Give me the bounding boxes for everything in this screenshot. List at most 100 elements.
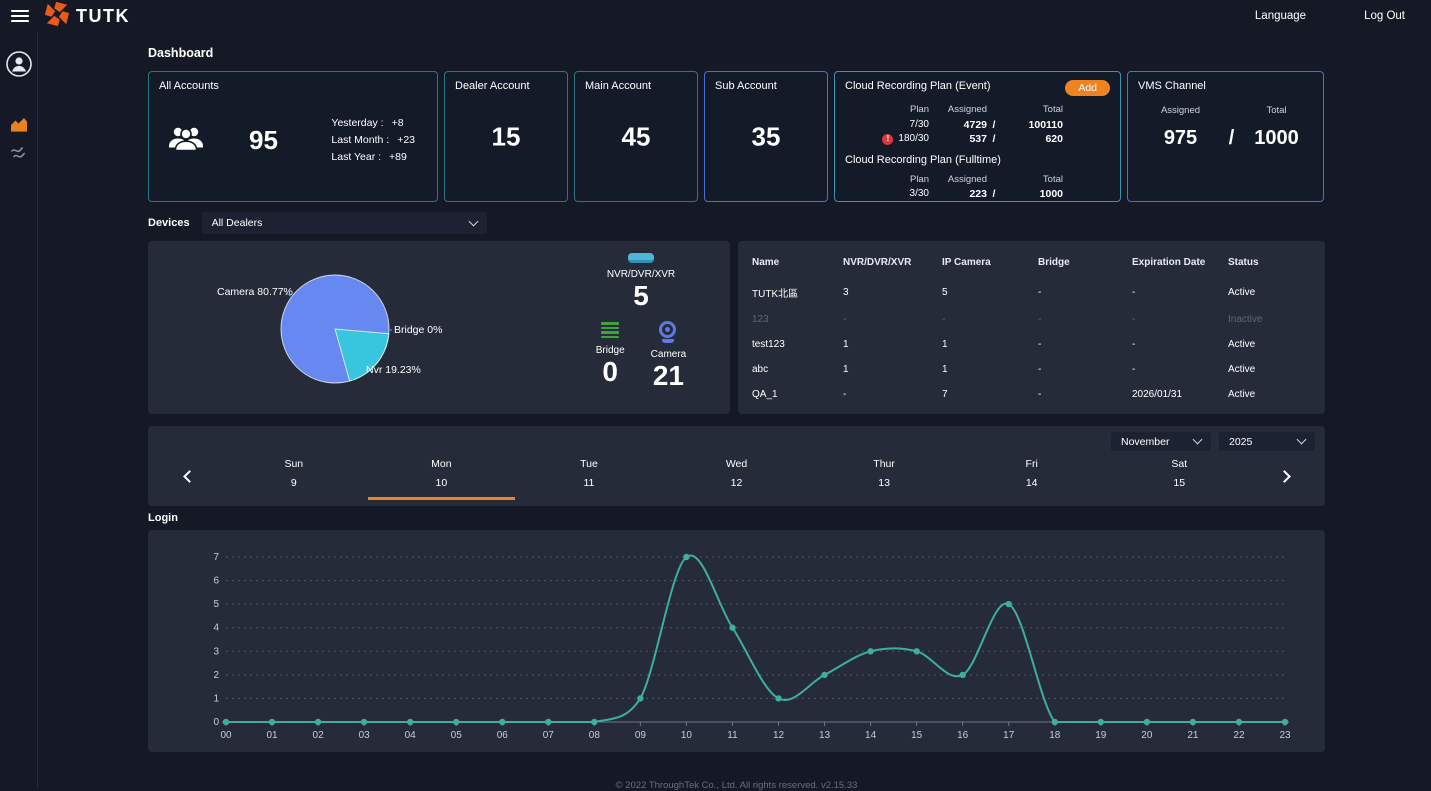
- transfer-icon[interactable]: [10, 146, 28, 160]
- account-stat-row: Yesterday :+8: [331, 115, 415, 132]
- next-week-button[interactable]: [1253, 452, 1315, 500]
- day-name: Wed: [663, 458, 811, 470]
- device-table-body: TUTK北區35--Active123----Inactivetest12311…: [752, 278, 1311, 407]
- device-counters: NVR/DVR/XVR 5 Bridge 0 Camera 21: [566, 246, 716, 391]
- table-cell: 5: [942, 278, 1038, 307]
- table-cell: Active: [1228, 278, 1311, 307]
- table-row: abc11--Active: [752, 357, 1311, 382]
- assigned-value: 537: [929, 132, 987, 147]
- svg-text:12: 12: [773, 730, 785, 741]
- calendar-day[interactable]: Wed 12: [663, 452, 811, 500]
- svg-text:16: 16: [957, 730, 969, 741]
- login-chart-svg: 0123456700010203040506070809101112131415…: [148, 530, 1325, 752]
- svg-text:08: 08: [589, 730, 601, 741]
- svg-text:05: 05: [451, 730, 463, 741]
- sidebar: [0, 32, 38, 789]
- day-name: Fri: [958, 458, 1106, 470]
- stat-value: +23: [397, 132, 415, 149]
- account-stat-row: Last Year :+89: [331, 149, 415, 166]
- account-avatar-icon[interactable]: [5, 50, 33, 78]
- event-plan-headers: Plan Assigned Total: [845, 103, 1063, 118]
- plan-row: !180/30537/620: [845, 132, 1063, 147]
- table-cell: -: [843, 382, 942, 407]
- calendar-day[interactable]: Thur13: [810, 452, 958, 500]
- day-name: Sat: [1105, 458, 1253, 470]
- svg-text:0: 0: [213, 717, 219, 728]
- svg-text:18: 18: [1049, 730, 1061, 741]
- column-header: Plan: [845, 103, 929, 118]
- calendar-day[interactable]: Sun9: [220, 452, 368, 500]
- calendar-day[interactable]: Sat 15: [1105, 452, 1253, 500]
- dealer-account-value: 15: [445, 121, 567, 152]
- calendar-day[interactable]: Tue11: [515, 452, 663, 500]
- svg-text:Nvr 19.23%: Nvr 19.23%: [366, 364, 421, 376]
- nvr-icon: [628, 253, 654, 263]
- accounts-group-icon: [167, 124, 205, 157]
- device-table-head-row: NameNVR/DVR/XVRIP CameraBridgeExpiration…: [752, 251, 1311, 278]
- card-title: Sub Account: [715, 80, 817, 92]
- day-date: 12: [663, 477, 811, 489]
- month-select[interactable]: November: [1111, 432, 1211, 451]
- year-value: 2025: [1229, 436, 1252, 448]
- card-title: Cloud Recording Plan (Event): [845, 80, 991, 92]
- all-accounts-value: 95: [249, 125, 278, 156]
- year-select[interactable]: 2025: [1219, 432, 1315, 451]
- day-date: 9: [220, 477, 368, 489]
- account-stat-row: Last Month : +23: [331, 132, 415, 149]
- svg-text:03: 03: [359, 730, 371, 741]
- day-date: 15: [1105, 477, 1253, 489]
- column-header: Total: [1001, 103, 1063, 118]
- calendar-day[interactable]: Mon10: [368, 452, 516, 500]
- add-button[interactable]: Add: [1065, 80, 1110, 96]
- nvr-count: 5: [633, 281, 649, 311]
- separator: /: [987, 187, 1001, 202]
- svg-text:06: 06: [497, 730, 509, 741]
- plan-row: 7/304729/100110: [845, 118, 1063, 133]
- day-date: 11: [515, 477, 663, 489]
- table-cell: -: [1132, 307, 1228, 332]
- svg-text:01: 01: [266, 730, 278, 741]
- vms-total-value: 1000: [1241, 127, 1313, 150]
- vms-separator: /: [1223, 127, 1241, 150]
- table-cell: -: [1038, 382, 1132, 407]
- card-title: All Accounts: [159, 80, 427, 92]
- calendar-panel: November 2025 Sun9Mon10Tue11Wed 12Thur13F…: [148, 426, 1325, 506]
- column-header: IP Camera: [942, 251, 1038, 278]
- table-cell: 2026/01/31: [1132, 382, 1228, 407]
- logout-button[interactable]: Log Out: [1364, 10, 1405, 22]
- column-header: Expiration Date: [1132, 251, 1228, 278]
- table-cell: -: [1038, 332, 1132, 357]
- column-header: Plan: [845, 173, 929, 188]
- menu-icon[interactable]: [8, 7, 32, 25]
- fulltime-plan-rows: 3/30223/1000: [845, 187, 1110, 202]
- calendar-day[interactable]: Fri14: [958, 452, 1106, 500]
- table-cell: abc: [752, 357, 843, 382]
- column-header: Name: [752, 251, 843, 278]
- chevron-right-icon: [1278, 470, 1291, 483]
- svg-text:22: 22: [1233, 730, 1245, 741]
- previous-week-button[interactable]: [158, 452, 220, 500]
- separator: /: [987, 118, 1001, 133]
- device-table: NameNVR/DVR/XVRIP CameraBridgeExpiration…: [752, 251, 1311, 407]
- column-header: Assigned: [929, 173, 987, 188]
- language-button[interactable]: Language: [1255, 10, 1306, 22]
- svg-text:02: 02: [313, 730, 325, 741]
- table-cell: -: [942, 307, 1038, 332]
- dealer-filter-select[interactable]: All Dealers: [202, 212, 487, 234]
- table-cell: TUTK北區: [752, 278, 843, 307]
- main-account-card: Main Account 45: [574, 71, 698, 202]
- table-cell: 1: [942, 357, 1038, 382]
- stat-label: Last Month :: [331, 132, 389, 149]
- plan-cell: 7/30: [845, 118, 929, 133]
- bridge-count: 0: [602, 357, 618, 387]
- svg-text:09: 09: [635, 730, 647, 741]
- table-cell: -: [843, 307, 942, 332]
- dashboard-chart-icon[interactable]: [10, 116, 28, 132]
- svg-text:23: 23: [1279, 730, 1291, 741]
- camera-count: 21: [653, 361, 684, 391]
- fulltime-title: Cloud Recording Plan (Fulltime): [845, 154, 1110, 166]
- sub-account-card: Sub Account 35: [704, 71, 828, 202]
- table-cell: -: [1038, 278, 1132, 307]
- svg-text:2: 2: [213, 670, 219, 681]
- table-cell: Inactive: [1228, 307, 1311, 332]
